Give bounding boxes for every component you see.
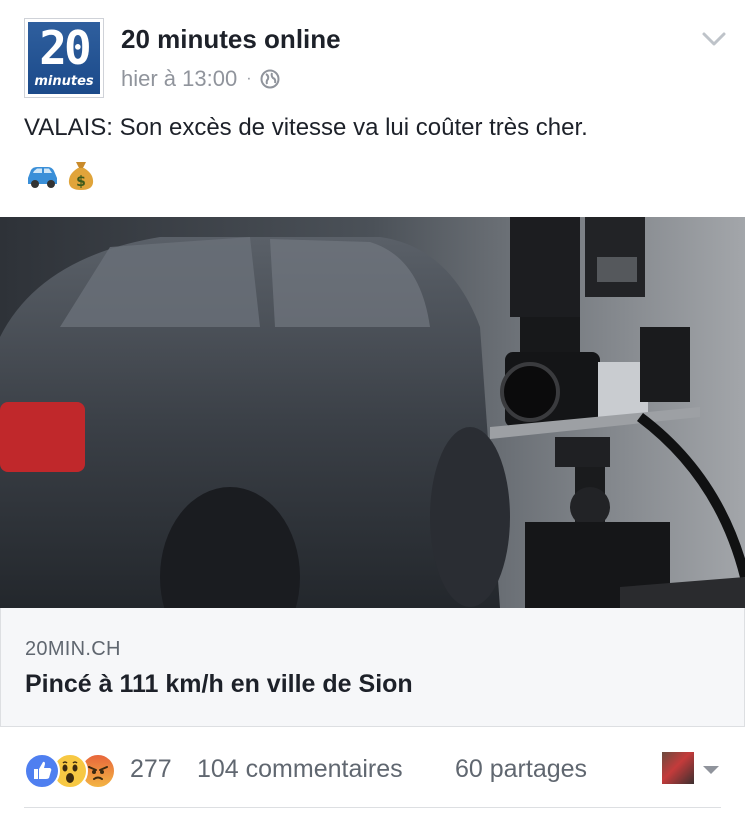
reaction-icons[interactable]	[24, 753, 124, 789]
link-title[interactable]: Pincé à 111 km/h en ville de Sion	[25, 670, 413, 699]
comments-count[interactable]: 104 commentaires	[197, 755, 403, 784]
meta-separator: ·	[246, 70, 252, 87]
post-header: 20 minutes 20 minutes online hier à 13:0…	[0, 0, 745, 110]
svg-text:$: $	[76, 174, 86, 190]
page-logo: 20 minutes	[28, 22, 100, 94]
link-domain: 20MIN.CH	[25, 638, 121, 660]
link-preview-card[interactable]: 20MIN.CH Pincé à 111 km/h en ville de Si…	[0, 608, 745, 727]
post-text: VALAIS: Son excès de vitesse va lui coût…	[24, 114, 588, 141]
logo-word: minutes	[34, 74, 94, 89]
link-image[interactable]	[0, 217, 745, 608]
post-meta: hier à 13:00 ·	[121, 66, 280, 92]
emoji-row: $	[24, 158, 96, 197]
globe-icon	[260, 69, 280, 89]
post-timestamp[interactable]: hier à 13:00	[121, 66, 237, 92]
caret-down-icon[interactable]	[701, 763, 721, 775]
like-icon	[24, 753, 60, 789]
viewer-avatar[interactable]	[662, 752, 694, 784]
shares-count[interactable]: 60 partages	[455, 755, 587, 784]
logo-number: 20	[39, 21, 91, 75]
speed-camera-photo	[0, 217, 745, 608]
reaction-count[interactable]: 277	[130, 755, 172, 784]
divider	[24, 807, 721, 808]
chevron-down-icon[interactable]	[700, 28, 728, 50]
car-emoji	[24, 158, 60, 197]
page-name-link[interactable]: 20 minutes online	[121, 24, 341, 55]
page-avatar[interactable]: 20 minutes	[24, 18, 104, 98]
money-bag-emoji: $	[66, 158, 96, 197]
reactions-bar: 277 104 commentaires 60 partages	[0, 745, 745, 795]
